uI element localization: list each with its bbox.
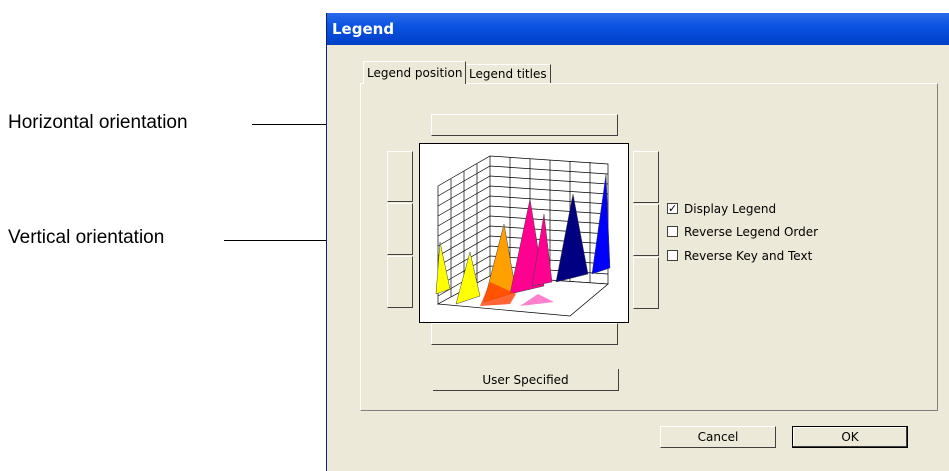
legend-position-top-button[interactable] bbox=[431, 114, 618, 136]
cancel-button[interactable]: Cancel bbox=[660, 426, 776, 448]
chart-preview-graphic bbox=[435, 155, 611, 317]
legend-position-right-bottom-button[interactable] bbox=[633, 257, 659, 309]
title-bar[interactable]: Legend bbox=[327, 13, 949, 45]
tab-legend-titles[interactable]: Legend titles bbox=[466, 64, 551, 84]
checkbox-box[interactable] bbox=[667, 250, 678, 261]
legend-position-right-top-button[interactable] bbox=[633, 151, 659, 203]
user-specified-button[interactable]: User Specified bbox=[433, 369, 619, 391]
checkbox-box[interactable] bbox=[667, 226, 678, 237]
display-legend-label: Display Legend bbox=[684, 202, 777, 216]
chart-preview bbox=[419, 143, 629, 323]
legend-position-bottom-button[interactable] bbox=[431, 323, 618, 345]
dialog-title: Legend bbox=[332, 20, 395, 38]
legend-position-right-middle-button[interactable] bbox=[633, 204, 659, 256]
legend-position-left-top-button[interactable] bbox=[387, 151, 413, 202]
ok-button[interactable]: OK bbox=[792, 426, 908, 448]
tab-legend-position[interactable]: Legend position bbox=[363, 61, 467, 84]
legend-dialog: Legend Legend position Legend titles Use… bbox=[326, 13, 949, 471]
legend-position-left-middle-button[interactable] bbox=[387, 203, 413, 255]
checkbox-box[interactable]: ✓ bbox=[667, 203, 678, 214]
reverse-key-and-text-label: Reverse Key and Text bbox=[684, 249, 813, 263]
horizontal-orientation-label: Horizontal orientation bbox=[8, 112, 188, 133]
legend-position-left-bottom-button[interactable] bbox=[387, 256, 413, 308]
vertical-orientation-label: Vertical orientation bbox=[8, 227, 165, 248]
reverse-legend-order-label: Reverse Legend Order bbox=[684, 225, 819, 239]
